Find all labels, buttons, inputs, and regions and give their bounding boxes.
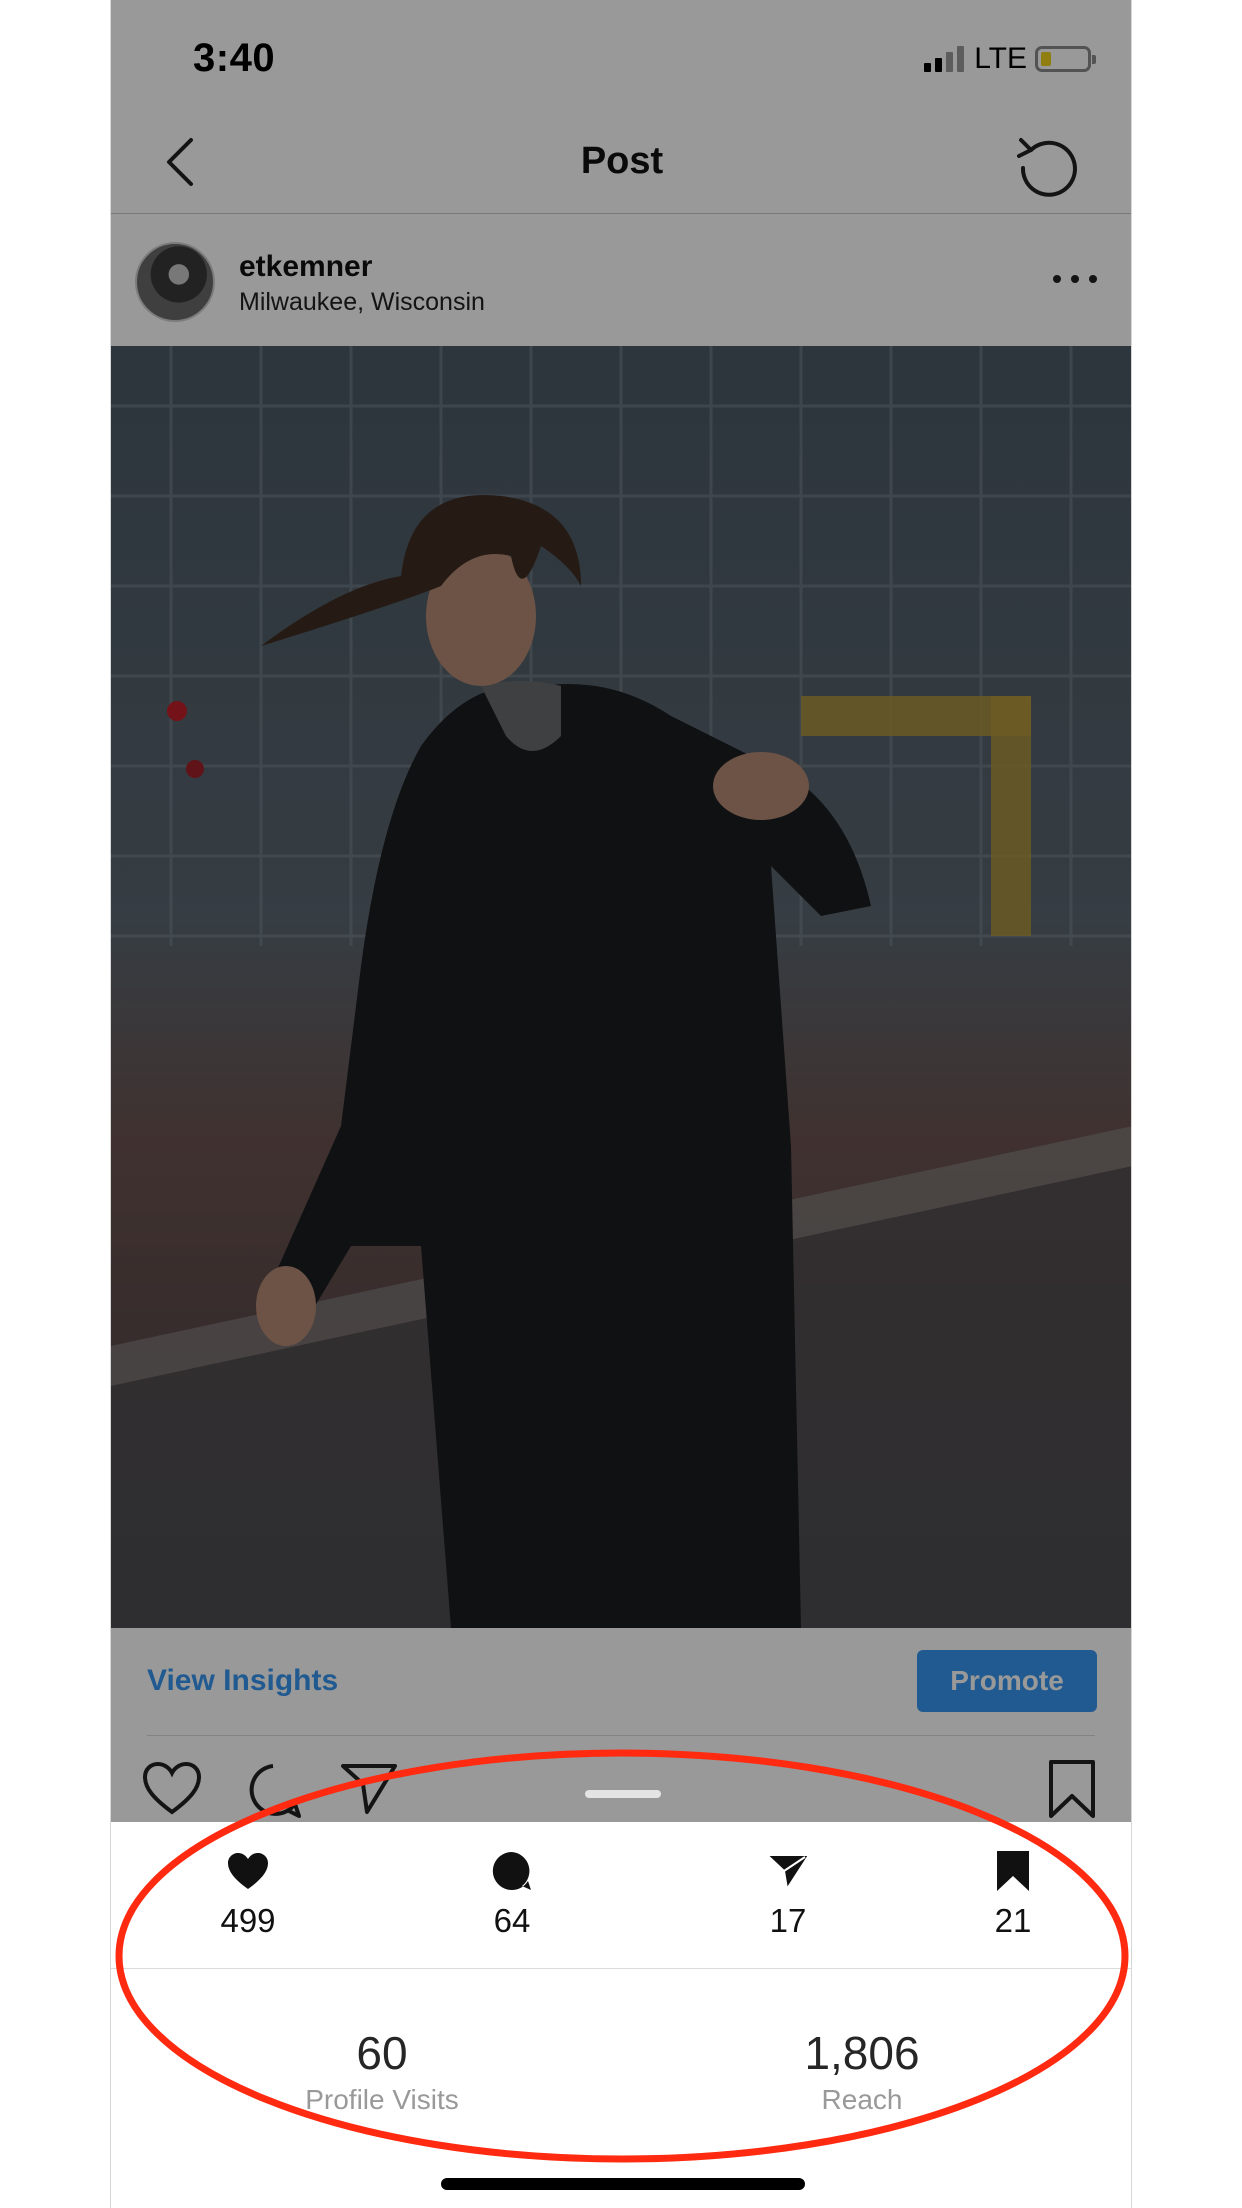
- profile-visits-stat: 60 Profile Visits: [232, 2026, 532, 2116]
- comments-count: 64: [493, 1902, 531, 1939]
- profile-visits-value: 60: [356, 2027, 408, 2079]
- phone-screen: 3:40 LTE Post etkemner Milwaukee, Wiscon…: [110, 0, 1132, 2208]
- reach-label: Reach: [821, 2084, 903, 2115]
- profile-visits-label: Profile Visits: [305, 2084, 459, 2115]
- bookmark-icon: [997, 1851, 1029, 1891]
- likes-metric: 499: [168, 1848, 328, 1940]
- home-indicator[interactable]: [441, 2178, 805, 2190]
- heart-icon: [228, 1853, 268, 1889]
- screen: 3:40 LTE Post etkemner Milwaukee, Wiscon…: [0, 0, 1242, 2208]
- likes-count: 499: [220, 1902, 276, 1939]
- modal-backdrop[interactable]: [111, 0, 1131, 1822]
- comments-metric: 64: [432, 1848, 592, 1940]
- share-icon: [766, 1854, 810, 1890]
- sheet-divider: [111, 1968, 1131, 1969]
- sheet-drag-handle[interactable]: [585, 1790, 661, 1798]
- reach-value: 1,806: [804, 2027, 920, 2079]
- comment-icon: [492, 1851, 531, 1890]
- reach-stat: 1,806 Reach: [712, 2026, 1012, 2116]
- insights-sheet: 499 64 17 21 60 Profile Visits 1,806 Rea…: [111, 1822, 1131, 2208]
- saves-metric: 21: [933, 1848, 1093, 1940]
- shares-count: 17: [769, 1902, 807, 1939]
- shares-metric: 17: [708, 1848, 868, 1940]
- saves-count: 21: [994, 1902, 1032, 1939]
